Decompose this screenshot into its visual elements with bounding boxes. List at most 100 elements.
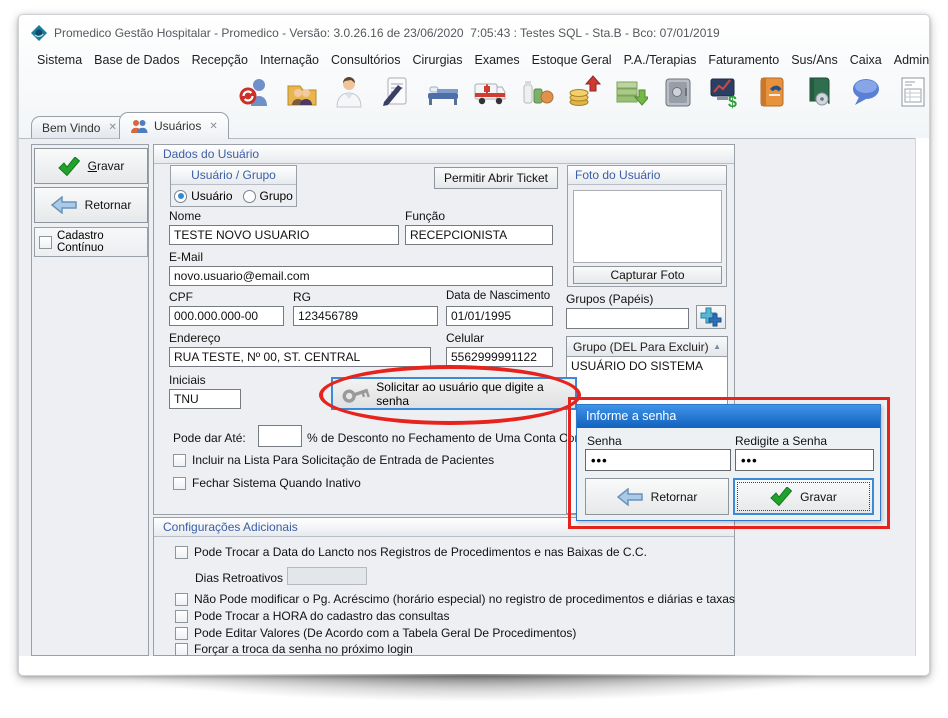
- list-item[interactable]: USUÁRIO DO SISTEMA: [567, 357, 727, 377]
- solicitar-senha-label: Solicitar ao usuário que digite a senha: [376, 380, 575, 408]
- radio-usuario-control[interactable]: [174, 190, 187, 203]
- menu-bar: Sistema Base de Dados Recepção Internaçã…: [31, 51, 929, 70]
- check-icon: [58, 157, 80, 176]
- capturar-foto-button[interactable]: Capturar Foto: [573, 266, 722, 284]
- celular-input[interactable]: [446, 347, 553, 367]
- tab-bem-vindo-label: Bem Vindo: [42, 121, 100, 135]
- gravar-label: Gravar: [88, 159, 125, 173]
- radio-grupo-control[interactable]: [243, 190, 256, 203]
- menu-caixa[interactable]: Caixa: [844, 51, 888, 70]
- menu-recepcao[interactable]: Recepção: [186, 51, 254, 70]
- menu-sus-ans[interactable]: Sus/Ans: [785, 51, 844, 70]
- sidebar: Gravar Retornar Cadastro Contínuo: [31, 144, 149, 656]
- config-checkbox-2[interactable]: [175, 610, 188, 623]
- usuario-grupo-header: Usuário / Grupo: [171, 166, 296, 185]
- cpf-input[interactable]: [169, 306, 284, 326]
- menu-sistema[interactable]: Sistema: [31, 51, 88, 70]
- tab-close-icon[interactable]: ✕: [209, 121, 217, 132]
- safe-icon[interactable]: [661, 75, 695, 109]
- incluir-lista-checkbox[interactable]: [173, 454, 186, 467]
- grupos-papeis-label: Grupos (Papéis): [566, 292, 653, 306]
- menu-base-de-dados[interactable]: Base de Dados: [88, 51, 185, 70]
- rg-input[interactable]: [293, 306, 438, 326]
- billing-icon[interactable]: $: [708, 75, 742, 109]
- gravar-button[interactable]: Gravar: [34, 148, 148, 184]
- dialog-retornar-label: Retornar: [651, 490, 698, 504]
- main-toolbar: $: [19, 71, 930, 113]
- pode-dar-ate-suffix: % de Desconto no Fechamento de Uma Conta…: [307, 431, 606, 445]
- payment-down-icon[interactable]: [614, 75, 648, 109]
- pode-dar-ate-input[interactable]: [258, 425, 302, 447]
- endereco-label: Endereço: [169, 331, 220, 345]
- senha-input[interactable]: [585, 449, 731, 471]
- solicitar-senha-button[interactable]: Solicitar ao usuário que digite a senha: [331, 377, 577, 410]
- hospital-bed-icon[interactable]: [426, 75, 460, 109]
- report-icon[interactable]: [896, 75, 930, 109]
- ambulance-icon[interactable]: [473, 75, 507, 109]
- config-row-4: Forçar a troca da senha no próximo login: [175, 642, 413, 656]
- config-label-3: Pode Editar Valores (De Acordo com a Tab…: [194, 626, 576, 640]
- nome-input[interactable]: [169, 225, 399, 245]
- dias-retroativos-input[interactable]: [287, 567, 367, 585]
- config-checkbox-4[interactable]: [175, 643, 188, 656]
- tab-close-icon[interactable]: ✕: [108, 122, 116, 133]
- radio-usuario[interactable]: Usuário: [174, 189, 232, 203]
- cadastro-continuo-label: Cadastro Contínuo: [57, 230, 147, 254]
- email-input[interactable]: [169, 266, 553, 286]
- phone-directory-icon[interactable]: [755, 75, 789, 109]
- retornar-button[interactable]: Retornar: [34, 187, 148, 223]
- nascimento-combo[interactable]: [446, 306, 553, 326]
- dialog-retornar-button[interactable]: Retornar: [585, 478, 729, 515]
- doctor-icon[interactable]: [332, 75, 366, 109]
- dialog-gravar-button[interactable]: Gravar: [733, 478, 874, 515]
- endereco-input[interactable]: [169, 347, 431, 367]
- menu-administracao[interactable]: Administra: [888, 51, 929, 70]
- redigite-input[interactable]: [735, 449, 874, 471]
- key-icon: [341, 383, 370, 405]
- config-checkbox-3[interactable]: [175, 627, 188, 640]
- grupos-combo[interactable]: [566, 308, 689, 329]
- menu-consultorios[interactable]: Consultórios: [325, 51, 406, 70]
- config-row-2: Pode Trocar a HORA do cadastro das consu…: [175, 609, 449, 623]
- fechar-sistema-checkbox[interactable]: [173, 477, 186, 490]
- pharmacy-icon[interactable]: [520, 75, 554, 109]
- menu-pa-terapias[interactable]: P.A./Terapias: [618, 51, 703, 70]
- menu-internacao[interactable]: Internação: [254, 51, 325, 70]
- nome-label: Nome: [169, 209, 201, 223]
- dias-retroativos-label: Dias Retroativos :: [195, 571, 290, 585]
- cadastro-continuo-checkbox[interactable]: [39, 236, 52, 249]
- permitir-abrir-ticket-button[interactable]: Permitir Abrir Ticket: [434, 167, 558, 189]
- config-row-1: Não Pode modificar o Pg. Acréscimo (horá…: [175, 592, 735, 606]
- funcao-input[interactable]: [405, 225, 553, 245]
- app-logo-icon: [31, 25, 47, 41]
- config-label-1: Não Pode modificar o Pg. Acréscimo (horá…: [194, 592, 735, 606]
- screenshot-stage: Promedico Gestão Hospitalar - Promedico …: [0, 0, 948, 718]
- tab-bem-vindo[interactable]: Bem Vindo ✕: [31, 116, 128, 138]
- menu-estoque-geral[interactable]: Estoque Geral: [526, 51, 618, 70]
- menu-faturamento[interactable]: Faturamento: [702, 51, 785, 70]
- tab-usuarios-label: Usuários: [154, 119, 201, 133]
- add-grupo-button[interactable]: [696, 305, 726, 329]
- config-checkbox-1[interactable]: [175, 593, 188, 606]
- foto-usuario-header: Foto do Usuário: [568, 166, 726, 185]
- revenue-up-icon[interactable]: [567, 75, 601, 109]
- users-folder-icon[interactable]: [285, 75, 319, 109]
- radio-grupo[interactable]: Grupo: [243, 189, 293, 203]
- tab-usuarios[interactable]: Usuários ✕: [119, 112, 229, 139]
- menu-cirurgias[interactable]: Cirurgias: [407, 51, 469, 70]
- iniciais-input[interactable]: [169, 389, 241, 409]
- sync-contact-icon[interactable]: [238, 75, 272, 109]
- menu-exames[interactable]: Exames: [469, 51, 526, 70]
- sort-asc-icon[interactable]: ▲: [713, 342, 721, 351]
- config-checkbox-0[interactable]: [175, 546, 188, 559]
- prescription-icon[interactable]: [379, 75, 413, 109]
- chat-icon[interactable]: [849, 75, 883, 109]
- manual-book-icon[interactable]: [802, 75, 836, 109]
- grupo-list-header[interactable]: Grupo (DEL Para Excluir) ▲: [567, 337, 727, 357]
- fechar-sistema-label: Fechar Sistema Quando Inativo: [192, 476, 361, 490]
- config-row-0: Pode Trocar a Data do Lancto nos Registr…: [175, 545, 647, 559]
- redigite-label: Redigite a Senha: [735, 434, 827, 448]
- email-label: E-Mail: [169, 250, 203, 264]
- foto-usuario-group: Foto do Usuário Capturar Foto: [567, 165, 727, 287]
- window-title: Promedico Gestão Hospitalar - Promedico …: [54, 26, 720, 40]
